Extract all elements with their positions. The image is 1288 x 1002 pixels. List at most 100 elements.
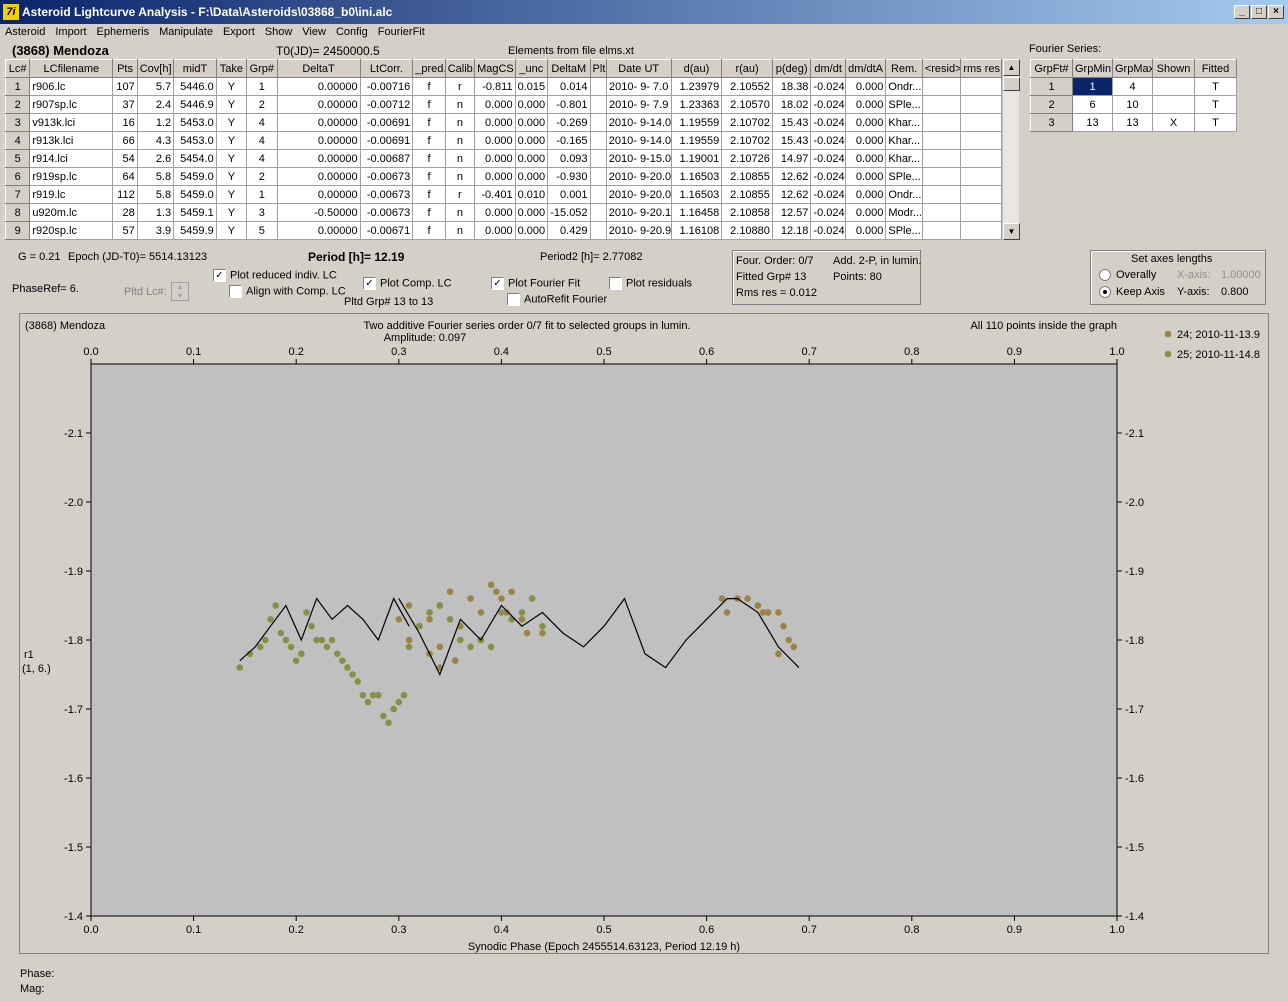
lc-cell[interactable]: 2010- 9-20.1: [605, 203, 672, 222]
lc-cell[interactable]: 5: [4, 149, 31, 168]
fourier-cell[interactable]: T: [1194, 77, 1237, 96]
lc-cell[interactable]: 0.000: [474, 167, 516, 186]
lc-cell[interactable]: f: [412, 149, 446, 168]
lc-col-header[interactable]: Pts: [112, 59, 138, 78]
pltd-lc-spinner[interactable]: ▲ ▼: [171, 282, 189, 301]
lc-cell[interactable]: 0.000: [844, 131, 887, 150]
lc-cell[interactable]: 1.16458: [670, 203, 723, 222]
lc-cell[interactable]: 1.19001: [670, 149, 723, 168]
lc-cell[interactable]: -0.024: [810, 77, 846, 96]
fourier-cell[interactable]: 13: [1072, 113, 1113, 132]
lc-cell[interactable]: Ondr...: [885, 77, 923, 96]
lc-cell[interactable]: [921, 221, 962, 240]
lc-cell[interactable]: [960, 221, 1002, 240]
lc-cell[interactable]: 0.000: [514, 149, 549, 168]
lc-cell[interactable]: 2010- 9- 7.0: [605, 77, 672, 96]
menu-asteroid[interactable]: Asteroid: [0, 24, 50, 38]
lc-cell[interactable]: f: [412, 221, 446, 240]
fourier-cell[interactable]: 1: [1072, 77, 1113, 96]
fourier-cell[interactable]: [1152, 77, 1195, 96]
lc-cell[interactable]: 2010- 9-20.0: [605, 185, 672, 204]
plot-reduced-checkbox[interactable]: ✓ Plot reduced indiv. LC: [213, 269, 337, 282]
table-row[interactable]: 2 6 10 T: [1030, 95, 1237, 114]
menu-import[interactable]: Import: [50, 24, 91, 38]
fourier-cell[interactable]: T: [1194, 95, 1237, 114]
plot-residuals-checkbox[interactable]: Plot residuals: [609, 277, 692, 290]
fourier-cell[interactable]: 2: [1030, 95, 1073, 114]
lc-cell[interactable]: [589, 77, 607, 96]
lc-cell[interactable]: r: [444, 77, 476, 96]
fourier-col-header[interactable]: GrpMax: [1112, 59, 1153, 78]
lc-col-header[interactable]: <resid>: [921, 59, 962, 78]
lc-cell[interactable]: 1.23363: [670, 95, 723, 114]
lc-cell[interactable]: 6: [4, 167, 31, 186]
table-row[interactable]: 8 u920m.lc 28 1.3 5459.1 Y 3 -0.50000 -0.00673 f n…: [4, 203, 1002, 222]
lc-col-header[interactable]: dm/dt: [810, 59, 846, 78]
lc-cell[interactable]: 18.38: [771, 77, 812, 96]
lc-cell[interactable]: r914.lci: [29, 149, 114, 168]
menu-export[interactable]: Export: [218, 24, 260, 38]
lc-cell[interactable]: 0.00000: [276, 185, 361, 204]
lc-cell[interactable]: -0.00712: [359, 95, 414, 114]
lc-cell[interactable]: 5: [246, 221, 278, 240]
plot-fourier-checkbox[interactable]: ✓ Plot Fourier Fit: [491, 277, 580, 290]
lc-col-header[interactable]: Rem.: [885, 59, 923, 78]
lc-cell[interactable]: [960, 185, 1002, 204]
lc-col-header[interactable]: LCfilename: [29, 59, 114, 78]
lc-cell[interactable]: 37: [112, 95, 138, 114]
menu-fourierfit[interactable]: FourierFit: [373, 24, 430, 38]
lc-cell[interactable]: Khar...: [885, 131, 923, 150]
fourier-cell[interactable]: T: [1194, 113, 1237, 132]
maximize-icon[interactable]: □: [1251, 5, 1267, 19]
table-row[interactable]: 114T: [1030, 77, 1237, 96]
lc-cell[interactable]: 54: [112, 149, 138, 168]
fourier-cell[interactable]: [1152, 95, 1195, 114]
lc-cell[interactable]: 1.16108: [670, 221, 723, 240]
lc-cell[interactable]: 2010- 9-20.0: [605, 167, 672, 186]
lc-cell[interactable]: 1: [4, 77, 31, 96]
lc-cell[interactable]: 0.014: [547, 77, 591, 96]
lc-cell[interactable]: 2010- 9- 7.9: [605, 95, 672, 114]
lc-cell[interactable]: SPle...: [885, 95, 923, 114]
lc-cell[interactable]: [960, 167, 1002, 186]
lc-cell[interactable]: 0.000: [844, 77, 887, 96]
lc-cell[interactable]: 2: [246, 167, 278, 186]
lc-cell[interactable]: SPle...: [885, 167, 923, 186]
lc-col-header[interactable]: midT: [173, 59, 217, 78]
lc-cell[interactable]: [921, 77, 962, 96]
menu-show[interactable]: Show: [260, 24, 298, 38]
lc-cell[interactable]: [960, 203, 1002, 222]
overally-radio[interactable]: Overally: [1099, 269, 1156, 282]
lc-cell[interactable]: -0.811: [474, 77, 516, 96]
period-value[interactable]: Period [h]= 12.19: [308, 250, 404, 264]
lc-cell[interactable]: 2.10702: [721, 113, 773, 132]
table-row[interactable]: 5 r914.lci 54 2.6 5454.0 Y 4 0.00000 -0.00687 f n 0…: [4, 149, 1002, 168]
plot-area[interactable]: [90, 363, 1118, 917]
lc-cell[interactable]: r913k.lci: [29, 131, 114, 150]
lc-cell[interactable]: 5.8: [136, 185, 175, 204]
lc-cell[interactable]: 1.16503: [670, 185, 723, 204]
lc-cell[interactable]: 0.010: [514, 185, 549, 204]
lc-cell[interactable]: [960, 149, 1002, 168]
lc-cell[interactable]: 0.000: [514, 203, 549, 222]
lc-col-header[interactable]: Cov[h]: [136, 59, 175, 78]
lc-cell[interactable]: r906.lc: [29, 77, 114, 96]
lc-cell[interactable]: n: [444, 167, 476, 186]
lc-cell[interactable]: f: [412, 167, 446, 186]
lc-cell[interactable]: 57: [112, 221, 138, 240]
lc-cell[interactable]: n: [444, 203, 476, 222]
x-axis-value[interactable]: 1.00000: [1221, 269, 1261, 281]
fourier-cell[interactable]: 6: [1072, 95, 1113, 114]
lc-cell[interactable]: [589, 149, 607, 168]
lc-cell[interactable]: 4: [246, 149, 278, 168]
lc-cell[interactable]: Modr...: [885, 203, 923, 222]
lc-cell[interactable]: [921, 113, 962, 132]
lc-cell[interactable]: 0.000: [844, 221, 887, 240]
table-row[interactable]: 2 r907sp.lc 37 2.4 5446.9 Y 2 0.00000 -0.00712 f n…: [4, 95, 1002, 114]
lightcurve-table[interactable]: Lc# LCfilename Pts Cov[h] midT Take Grp# DeltaT…: [4, 59, 1002, 240]
lc-col-header[interactable]: r(au): [721, 59, 773, 78]
lc-cell[interactable]: 2010- 9-14.0: [605, 113, 672, 132]
close-icon[interactable]: ×: [1268, 5, 1284, 19]
lc-cell[interactable]: Y: [215, 131, 248, 150]
lc-cell[interactable]: 2.10855: [721, 185, 773, 204]
